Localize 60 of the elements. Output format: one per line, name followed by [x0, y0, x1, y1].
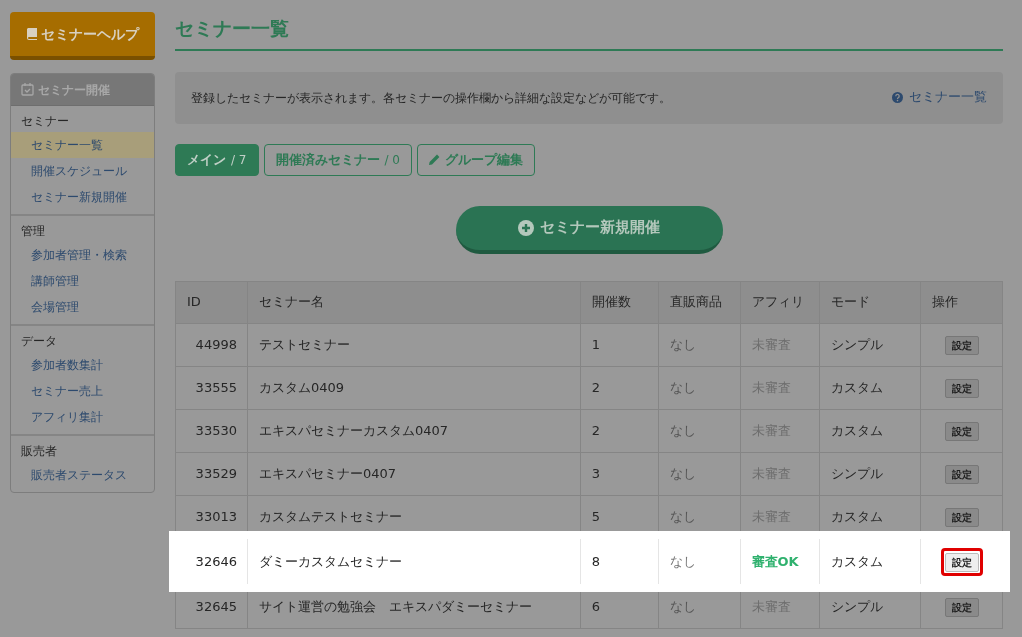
count-cell: 3: [580, 452, 659, 495]
count-cell: 2: [580, 366, 659, 409]
sidebar-item[interactable]: 開催スケジュール: [11, 158, 154, 184]
sidebar-heading: 管理: [20, 223, 46, 240]
settings-button[interactable]: 設定: [944, 378, 979, 398]
sidebar-item[interactable]: アフィリ集計: [11, 404, 154, 430]
id-cell: 33530: [175, 409, 248, 452]
sidebar-item[interactable]: セミナー一覧: [11, 132, 154, 158]
settings-button[interactable]: 設定: [944, 507, 979, 527]
new-seminar-button[interactable]: セミナー新規開催: [455, 205, 723, 254]
sidebar-heading: セミナー: [20, 113, 70, 130]
sidebar-item[interactable]: 参加者数集計: [11, 352, 154, 378]
count-cell: 1: [580, 323, 659, 366]
sidebar-item[interactable]: 参加者管理・検索: [11, 242, 154, 268]
help-icon: [892, 92, 903, 103]
mode-cell: カスタム: [819, 366, 921, 409]
mode-cell: カスタム: [819, 409, 921, 452]
column-header: 操作: [920, 281, 1003, 323]
name-cell: エキスパセミナー0407: [247, 452, 581, 495]
book-icon: [26, 28, 37, 40]
name-cell: カスタム0409: [247, 366, 581, 409]
direct-sales-cell: なし: [658, 323, 740, 366]
sidebar-item[interactable]: 販売者ステータス: [11, 462, 154, 488]
settings-button[interactable]: 設定: [944, 597, 979, 617]
column-header: セミナー名: [247, 281, 581, 323]
group-edit-button[interactable]: グループ編集: [417, 143, 535, 176]
mode-cell: シンプル: [819, 452, 921, 495]
tab[interactable]: 開催済みセミナー / 0: [263, 143, 412, 176]
plus-circle-icon: [518, 219, 534, 236]
name-cell: エキスパセミナーカスタム0407: [247, 409, 581, 452]
help-button[interactable]: セミナーヘルプ: [10, 12, 155, 60]
sidebar-item[interactable]: 講師管理: [11, 268, 154, 294]
name-cell: テストセミナー: [247, 323, 581, 366]
calendar-icon: [21, 83, 34, 96]
settings-button[interactable]: 設定: [944, 464, 979, 484]
settings-button[interactable]: 設定: [944, 421, 979, 441]
mode-cell: シンプル: [819, 323, 921, 366]
settings-button[interactable]: 設定: [944, 335, 979, 355]
count-cell: 2: [580, 409, 659, 452]
page-title: セミナー一覧: [175, 16, 290, 41]
column-header: ID: [175, 281, 248, 323]
sidebar-heading: 販売者: [20, 443, 58, 460]
sidebar-item[interactable]: セミナー売上: [11, 378, 154, 404]
direct-sales-cell: なし: [658, 366, 740, 409]
sidebar-item[interactable]: セミナー新規開催: [11, 184, 154, 210]
direct-sales-cell: なし: [658, 409, 740, 452]
tab[interactable]: メイン / 7: [175, 143, 259, 176]
column-header: モード: [819, 281, 921, 323]
settings-button[interactable]: 設定: [944, 552, 979, 572]
id-cell: 33529: [175, 452, 248, 495]
sidebar-item[interactable]: 会場管理: [11, 294, 154, 320]
direct-sales-cell: なし: [658, 452, 740, 495]
info-text: 登録したセミナーが表示されます。各セミナーの操作欄から詳細な設定などが可能です。: [191, 89, 671, 107]
id-cell: 33555: [175, 366, 248, 409]
column-header: 直販商品: [658, 281, 740, 323]
column-header: 開催数: [580, 281, 659, 323]
column-header: アフィリ: [740, 281, 820, 323]
id-cell: 44998: [175, 323, 248, 366]
sidebar-heading: データ: [20, 333, 58, 350]
pencil-icon: [429, 154, 440, 165]
